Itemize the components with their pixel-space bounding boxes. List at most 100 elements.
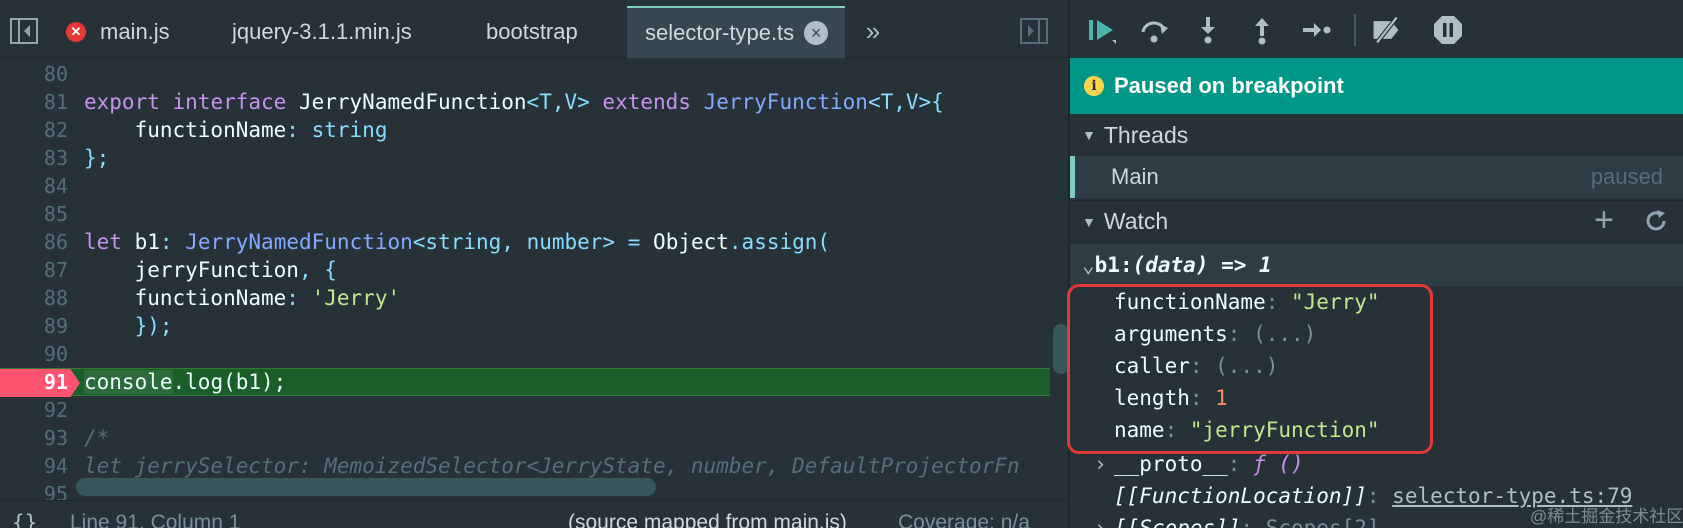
property-key: functionName bbox=[1114, 290, 1266, 314]
line-number[interactable]: 87 bbox=[0, 258, 68, 282]
paused-banner: i Paused on breakpoint bbox=[1070, 58, 1683, 114]
refresh-icon[interactable] bbox=[1644, 209, 1668, 239]
thread-item-main[interactable]: Main paused bbox=[1070, 156, 1683, 198]
code-token: console bbox=[84, 370, 173, 394]
watch-property-proto[interactable]: › __proto__: ƒ () bbox=[1094, 448, 1304, 480]
code-token: JerryNamedFunction bbox=[185, 230, 413, 254]
coverage-status: Coverage: n/a bbox=[898, 511, 1030, 528]
editor-tab-bar: ✕ main.js jquery-3.1.1.min.js bootstrap … bbox=[0, 0, 1068, 58]
property-value: (...) bbox=[1253, 322, 1317, 346]
more-tabs-icon[interactable]: » bbox=[858, 16, 888, 46]
line-number[interactable]: 91 bbox=[0, 370, 68, 394]
line-number[interactable]: 85 bbox=[0, 202, 68, 226]
step-out-icon[interactable] bbox=[1246, 14, 1278, 46]
code-token: 'Jerry' bbox=[311, 286, 401, 310]
add-watch-icon[interactable]: + bbox=[1594, 203, 1614, 237]
thread-name: Main bbox=[1111, 164, 1159, 189]
deactivate-breakpoints-icon[interactable] bbox=[1370, 14, 1402, 46]
tab-jquery[interactable]: jquery-3.1.1.min.js bbox=[232, 6, 446, 58]
code-line: 88 functionName: 'Jerry' bbox=[0, 284, 1050, 312]
step-into-icon[interactable] bbox=[1192, 14, 1224, 46]
code-token: Object bbox=[653, 230, 729, 254]
property-key: caller bbox=[1114, 354, 1190, 378]
watermark: @稀土掘金技术社区 bbox=[1530, 507, 1683, 526]
close-tab-icon[interactable]: × bbox=[804, 21, 829, 45]
code-token: <string, number> bbox=[412, 230, 616, 254]
line-number[interactable]: 82 bbox=[0, 118, 68, 142]
expand-triangle-icon: ▼ bbox=[1082, 213, 1096, 230]
watch-property-scopes[interactable]: › [[Scopes]]: Scopes[2] bbox=[1094, 512, 1380, 528]
code-line: 93 /* bbox=[0, 424, 1050, 452]
code-token: <T,V> bbox=[526, 90, 590, 114]
horizontal-scrollbar[interactable] bbox=[76, 478, 656, 496]
code-line: 90 bbox=[0, 340, 1050, 368]
toggle-navigator-icon[interactable] bbox=[10, 18, 38, 44]
resume-icon[interactable] bbox=[1086, 14, 1118, 46]
code-token: interface bbox=[172, 90, 287, 114]
step-icon[interactable] bbox=[1300, 14, 1332, 46]
line-number[interactable]: 88 bbox=[0, 286, 68, 310]
watch-value: (data) => 1 bbox=[1132, 253, 1272, 277]
tab-bootstrap[interactable]: bootstrap bbox=[486, 6, 606, 58]
paused-message: Paused on breakpoint bbox=[1114, 73, 1344, 98]
chevron-right-icon[interactable]: › bbox=[1094, 516, 1114, 528]
property-value: "Jerry" bbox=[1291, 290, 1380, 314]
tab-selector-type[interactable]: selector-type.ts × bbox=[627, 6, 845, 58]
watch-property[interactable]: arguments: (...) bbox=[1114, 318, 1316, 350]
watch-property[interactable]: functionName: "Jerry" bbox=[1114, 286, 1380, 318]
step-over-icon[interactable] bbox=[1138, 14, 1170, 46]
pause-on-exceptions-icon[interactable] bbox=[1432, 14, 1464, 46]
tab-main-js[interactable]: ✕ main.js bbox=[66, 6, 226, 58]
line-number[interactable]: 80 bbox=[0, 62, 68, 86]
code-token: : bbox=[159, 230, 173, 254]
toolbar-divider bbox=[1354, 14, 1356, 46]
braces-icon[interactable]: {} bbox=[12, 511, 37, 528]
property-key: [[FunctionLocation]] bbox=[1114, 484, 1367, 508]
code-token: , { bbox=[298, 258, 337, 282]
debugger-sidebar: i Paused on breakpoint ▼ Threads Main pa… bbox=[1068, 0, 1683, 528]
thread-status: paused bbox=[1590, 164, 1663, 189]
code-token: .log(b1); bbox=[172, 370, 287, 394]
line-number[interactable]: 86 bbox=[0, 230, 68, 254]
threads-section-header[interactable]: ▼ Threads bbox=[1070, 114, 1683, 156]
code-token: .assign( bbox=[728, 230, 831, 254]
line-number[interactable]: 92 bbox=[0, 398, 68, 422]
source-map-link[interactable]: (source mapped from main.js) bbox=[568, 511, 847, 528]
line-number[interactable]: 83 bbox=[0, 146, 68, 170]
watch-property[interactable]: length: 1 bbox=[1114, 382, 1228, 414]
property-key: arguments bbox=[1114, 322, 1228, 346]
watch-property[interactable]: name: "jerryFunction" bbox=[1114, 414, 1380, 446]
watch-name: b1 bbox=[1094, 253, 1120, 277]
vertical-scrollbar[interactable] bbox=[1053, 324, 1068, 374]
line-number[interactable]: 94 bbox=[0, 454, 68, 478]
line-number[interactable]: 81 bbox=[0, 90, 68, 114]
watch-expression-b1[interactable]: ⌄ b1: (data) => 1 bbox=[1070, 244, 1683, 286]
cursor-position: Line 91, Column 1 bbox=[70, 511, 241, 528]
code-line: 86 let b1: JerryNamedFunction<string, nu… bbox=[0, 228, 1050, 256]
chevron-right-icon[interactable]: › bbox=[1094, 452, 1114, 476]
line-number[interactable]: 84 bbox=[0, 174, 68, 198]
line-number[interactable]: 93 bbox=[0, 426, 68, 450]
code-line: 82 functionName: string bbox=[0, 116, 1050, 144]
code-token: JerryFunction bbox=[703, 90, 868, 114]
watch-section-header[interactable]: ▼ Watch + bbox=[1070, 200, 1683, 242]
info-icon: i bbox=[1084, 76, 1104, 96]
line-number[interactable]: 90 bbox=[0, 342, 68, 366]
watch-property[interactable]: caller: (...) bbox=[1114, 350, 1278, 382]
code-token: : bbox=[286, 118, 299, 142]
property-value: (...) bbox=[1215, 354, 1279, 378]
source-editor: ✕ main.js jquery-3.1.1.min.js bootstrap … bbox=[0, 0, 1068, 528]
code-line: 80 bbox=[0, 60, 1050, 88]
code-token: <T,V>{ bbox=[867, 90, 944, 114]
chevron-down-icon[interactable]: ⌄ bbox=[1082, 253, 1095, 277]
code-token: b1 bbox=[134, 230, 160, 254]
code-area[interactable]: 80 81 export interface JerryNamedFunctio… bbox=[0, 58, 1068, 506]
line-number[interactable]: 89 bbox=[0, 314, 68, 338]
code-line: 83 }; bbox=[0, 144, 1050, 172]
toggle-debugger-icon[interactable] bbox=[1020, 18, 1048, 44]
tab-label: selector-type.ts bbox=[645, 20, 795, 45]
code-token: }; bbox=[84, 146, 110, 170]
property-key: __proto__ bbox=[1114, 452, 1228, 476]
code-line: 87 jerryFunction, { bbox=[0, 256, 1050, 284]
code-token: : bbox=[286, 286, 299, 310]
